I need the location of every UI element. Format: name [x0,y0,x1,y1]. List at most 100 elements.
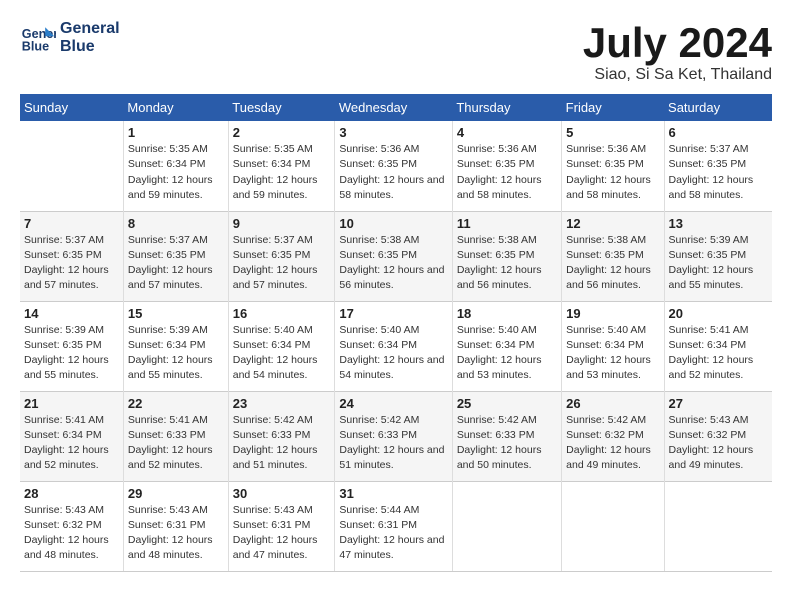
day-number: 11 [457,216,557,231]
header-monday: Monday [123,94,228,121]
calendar-cell: 31 Sunrise: 5:44 AMSunset: 6:31 PMDayligh… [335,481,452,571]
day-number: 5 [566,125,659,140]
day-number: 13 [669,216,768,231]
header-row: Sunday Monday Tuesday Wednesday Thursday… [20,94,772,121]
day-info: Sunrise: 5:36 AMSunset: 6:35 PMDaylight:… [339,142,447,203]
calendar-cell: 24Sunrise: 5:42 AMSunset: 6:33 PMDayligh… [335,391,452,481]
header-tuesday: Tuesday [228,94,335,121]
day-number: 29 [128,486,224,501]
calendar-cell: 30Sunrise: 5:43 AMSunset: 6:31 PMDayligh… [228,481,335,571]
day-number: 19 [566,306,659,321]
day-info: Sunrise: 5:41 AMSunset: 6:33 PMDaylight:… [128,413,224,474]
day-info: Sunrise: 5:43 AMSunset: 6:32 PMDaylight:… [24,503,119,564]
calendar-cell: 13 Sunrise: 5:39 AMSunset: 6:35 PMDayligh… [664,211,772,301]
day-info: Sunrise: 5:36 AMSunset: 6:35 PMDaylight:… [457,142,557,203]
day-info: Sunrise: 5:40 AMSunset: 6:34 PMDaylight:… [233,323,331,384]
day-number: 3 [339,125,447,140]
day-number: 16 [233,306,331,321]
calendar-cell: 3 Sunrise: 5:36 AMSunset: 6:35 PMDaylight… [335,121,452,211]
day-info: Sunrise: 5:42 AMSunset: 6:33 PMDaylight:… [457,413,557,474]
header-sunday: Sunday [20,94,123,121]
logo-text: GeneralBlue [60,20,120,56]
day-number: 1 [128,125,224,140]
calendar-cell: 14 Sunrise: 5:39 AMSunset: 6:35 PMDayligh… [20,301,123,391]
header-wednesday: Wednesday [335,94,452,121]
day-info: Sunrise: 5:42 AMSunset: 6:32 PMDaylight:… [566,413,659,474]
month-title: July 2024 [583,20,772,66]
calendar-cell: 19Sunrise: 5:40 AMSunset: 6:34 PMDayligh… [562,301,664,391]
calendar-cell: 25 Sunrise: 5:42 AMSunset: 6:33 PMDayligh… [452,391,561,481]
calendar-cell [562,481,664,571]
calendar-cell [452,481,561,571]
calendar-cell: 6 Sunrise: 5:37 AMSunset: 6:35 PMDaylight… [664,121,772,211]
calendar-cell: 17 Sunrise: 5:40 AMSunset: 6:34 PMDayligh… [335,301,452,391]
day-info: Sunrise: 5:43 AMSunset: 6:32 PMDaylight:… [669,413,768,474]
calendar-cell [20,121,123,211]
day-info: Sunrise: 5:35 AMSunset: 6:34 PMDaylight:… [233,142,331,203]
day-info: Sunrise: 5:38 AMSunset: 6:35 PMDaylight:… [339,233,447,294]
day-info: Sunrise: 5:44 AMSunset: 6:31 PMDaylight:… [339,503,447,564]
calendar-cell: 22 Sunrise: 5:41 AMSunset: 6:33 PMDayligh… [123,391,228,481]
calendar-table: Sunday Monday Tuesday Wednesday Thursday… [20,94,772,572]
header-friday: Friday [562,94,664,121]
day-info: Sunrise: 5:39 AMSunset: 6:35 PMDaylight:… [24,323,119,384]
calendar-cell: 27 Sunrise: 5:43 AMSunset: 6:32 PMDayligh… [664,391,772,481]
calendar-cell: 1Sunrise: 5:35 AMSunset: 6:34 PMDaylight… [123,121,228,211]
calendar-cell: 28Sunrise: 5:43 AMSunset: 6:32 PMDayligh… [20,481,123,571]
calendar-week-2: 7 Sunrise: 5:37 AMSunset: 6:35 PMDaylight… [20,211,772,301]
day-info: Sunrise: 5:43 AMSunset: 6:31 PMDaylight:… [233,503,331,564]
day-info: Sunrise: 5:36 AMSunset: 6:35 PMDaylight:… [566,142,659,203]
day-number: 2 [233,125,331,140]
day-number: 31 [339,486,447,501]
calendar-week-5: 28Sunrise: 5:43 AMSunset: 6:32 PMDayligh… [20,481,772,571]
calendar-cell: 23Sunrise: 5:42 AMSunset: 6:33 PMDayligh… [228,391,335,481]
day-number: 26 [566,396,659,411]
day-number: 12 [566,216,659,231]
day-info: Sunrise: 5:42 AMSunset: 6:33 PMDaylight:… [233,413,331,474]
day-info: Sunrise: 5:39 AMSunset: 6:34 PMDaylight:… [128,323,224,384]
day-info: Sunrise: 5:38 AMSunset: 6:35 PMDaylight:… [457,233,557,294]
day-info: Sunrise: 5:39 AMSunset: 6:35 PMDaylight:… [669,233,768,294]
day-info: Sunrise: 5:37 AMSunset: 6:35 PMDaylight:… [128,233,224,294]
day-number: 7 [24,216,119,231]
day-number: 10 [339,216,447,231]
calendar-cell: 21 Sunrise: 5:41 AMSunset: 6:34 PMDayligh… [20,391,123,481]
day-info: Sunrise: 5:37 AMSunset: 6:35 PMDaylight:… [669,142,768,203]
day-info: Sunrise: 5:40 AMSunset: 6:34 PMDaylight:… [457,323,557,384]
calendar-week-1: 1 Sunrise: 5:35 AMSunset: 6:34 PMDaylight… [20,121,772,211]
logo-icon: General Blue [20,20,56,56]
calendar-cell: 18Sunrise: 5:40 AMSunset: 6:34 PMDayligh… [452,301,561,391]
page-header: General Blue GeneralBlue July 2024 Siao,… [20,20,772,84]
day-number: 22 [128,396,224,411]
calendar-week-3: 14 Sunrise: 5:39 AMSunset: 6:35 PMDayligh… [20,301,772,391]
day-info: Sunrise: 5:40 AMSunset: 6:34 PMDaylight:… [339,323,447,384]
day-number: 20 [669,306,768,321]
calendar-cell: 20Sunrise: 5:41 AMSunset: 6:34 PMDayligh… [664,301,772,391]
day-number: 14 [24,306,119,321]
header-saturday: Saturday [664,94,772,121]
day-number: 21 [24,396,119,411]
day-number: 9 [233,216,331,231]
day-number: 6 [669,125,768,140]
day-info: Sunrise: 5:41 AMSunset: 6:34 PMDaylight:… [24,413,119,474]
day-number: 25 [457,396,557,411]
calendar-cell: 16 Sunrise: 5:40 AMSunset: 6:34 PMDayligh… [228,301,335,391]
day-number: 27 [669,396,768,411]
title-section: July 2024 Siao, Si Sa Ket, Thailand [583,20,772,84]
calendar-cell: 29 Sunrise: 5:43 AMSunset: 6:31 PMDayligh… [123,481,228,571]
calendar-cell: 9 Sunrise: 5:37 AMSunset: 6:35 PMDaylight… [228,211,335,301]
day-info: Sunrise: 5:43 AMSunset: 6:31 PMDaylight:… [128,503,224,564]
day-number: 8 [128,216,224,231]
day-number: 17 [339,306,447,321]
day-info: Sunrise: 5:37 AMSunset: 6:35 PMDaylight:… [233,233,331,294]
day-number: 4 [457,125,557,140]
day-info: Sunrise: 5:42 AMSunset: 6:33 PMDaylight:… [339,413,447,474]
calendar-week-4: 21 Sunrise: 5:41 AMSunset: 6:34 PMDayligh… [20,391,772,481]
calendar-cell: 10 Sunrise: 5:38 AMSunset: 6:35 PMDayligh… [335,211,452,301]
calendar-cell: 4 Sunrise: 5:36 AMSunset: 6:35 PMDaylight… [452,121,561,211]
day-number: 15 [128,306,224,321]
svg-text:Blue: Blue [22,40,49,54]
calendar-cell: 12Sunrise: 5:38 AMSunset: 6:35 PMDayligh… [562,211,664,301]
location: Siao, Si Sa Ket, Thailand [583,66,772,84]
calendar-cell: 5 Sunrise: 5:36 AMSunset: 6:35 PMDaylight… [562,121,664,211]
